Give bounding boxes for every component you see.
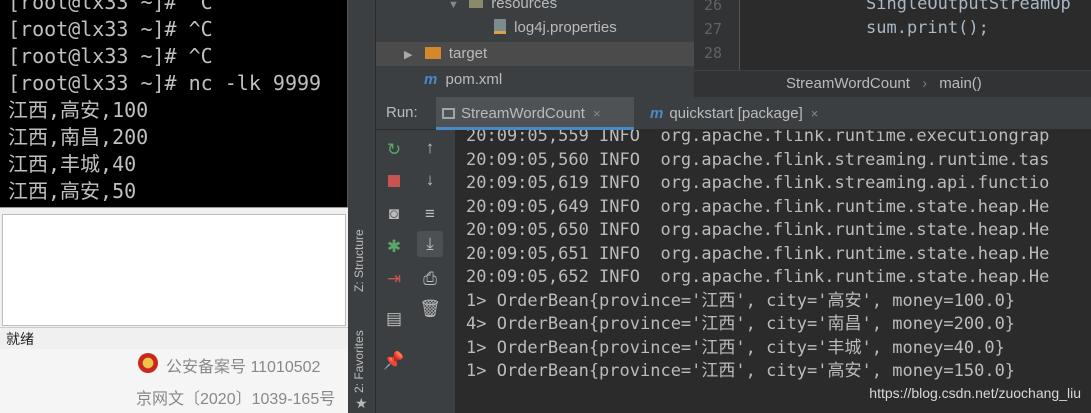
camera-icon[interactable]: ◙: [381, 201, 407, 227]
layout-icon[interactable]: ▤: [381, 306, 407, 332]
code-line: sum.print();: [866, 18, 989, 38]
rerun-icon[interactable]: ↻: [381, 137, 407, 163]
police-badge-icon: [138, 353, 158, 373]
tree-item-label: pom.xml: [445, 71, 503, 88]
console-line: 20:09:05,649 INFO org.apache.flink.runti…: [466, 196, 1050, 217]
console-line: 1> OrderBean{province='江西', city='高安', m…: [466, 361, 1016, 381]
command-input-pane: [0, 207, 348, 327]
code-editor[interactable]: 26 27 28 SingleOutputStreamOp sum.print(…: [694, 0, 1091, 97]
console-line: 20:09:05,651 INFO org.apache.flink.runti…: [466, 243, 1050, 264]
terminal-line: 江西,丰城,40: [8, 152, 137, 176]
structure-tool-tab[interactable]: Z: Structure: [352, 229, 366, 292]
tree-item-label: target: [448, 45, 488, 62]
left-tool-strip: Z: Structure 2: Favorites ★: [348, 0, 376, 413]
watermark: https://blog.csdn.net/zuochang_liu: [869, 385, 1081, 401]
favorites-tool-tab[interactable]: 2: Favorites: [352, 330, 366, 393]
console-line: 20:09:05,619 INFO org.apache.flink.strea…: [466, 173, 1050, 193]
project-tree: ▼ resources log4j.properties ▶ target m …: [376, 0, 719, 97]
close-icon[interactable]: ×: [811, 106, 819, 121]
stop-icon[interactable]: [381, 168, 407, 194]
wenwei-license-link[interactable]: 京网文〔2020〕1039-165号: [136, 385, 335, 409]
maven-icon: m: [424, 71, 438, 88]
terminal-line: [root@lx33 ~]# ^C: [8, 17, 213, 41]
editor-gutter: 26 27 28: [694, 0, 740, 70]
console-line: 4> OrderBean{province='江西', city='南昌', m…: [466, 314, 1016, 334]
console-line: 20:09:05,559 INFO org.apache.flink.runti…: [466, 130, 1050, 146]
tree-item-resources[interactable]: ▼ resources: [448, 0, 557, 16]
folder-icon: [469, 0, 484, 8]
tab-streamwordcount[interactable]: StreamWordCount ×: [436, 97, 634, 130]
tree-item-target[interactable]: ▶ target: [376, 42, 694, 66]
console-icon: [442, 108, 455, 119]
line-number: 27: [704, 20, 723, 38]
terminal-line: 江西,高安,50: [8, 179, 137, 203]
breadcrumb-class[interactable]: StreamWordCount: [786, 75, 910, 92]
status-text: 就绪: [6, 331, 34, 347]
breadcrumb-separator: ›: [922, 75, 928, 92]
tree-item-label: log4j.properties: [514, 19, 617, 36]
up-arrow-icon[interactable]: ↑: [417, 135, 443, 161]
run-tab-bar: Run: StreamWordCount × m quickstart [packa…: [376, 97, 1091, 130]
command-input[interactable]: [2, 214, 346, 326]
pin-icon[interactable]: 📌: [381, 348, 407, 374]
console-line: 1> OrderBean{province='江西', city='高安', m…: [466, 290, 1016, 311]
tree-item-log4j-properties[interactable]: log4j.properties: [494, 16, 617, 40]
maven-icon: m: [650, 105, 664, 122]
terminal-line: 江西,南昌,200: [8, 125, 149, 149]
console-output[interactable]: 20:09:05,559 INFO org.apache.flink.runti…: [456, 130, 1091, 413]
down-arrow-icon[interactable]: ↓: [417, 167, 443, 193]
print-icon[interactable]: ⎙: [417, 266, 443, 292]
status-bar: 就绪: [0, 327, 348, 349]
run-toolbar: ↻ ↑ ↓ ◙ ≡ ✱ ⤓ ⇥ ⎙ ▤ 🗑 📌: [376, 130, 456, 413]
chevron-down-icon: ▼: [448, 0, 459, 11]
terminal-output[interactable]: [root@lx33 ~]# ^C [root@lx33 ~]# ^C [roo…: [0, 0, 348, 207]
web-footer: 公安备案号 11010502 京网文〔2020〕1039-165号: [0, 349, 348, 413]
console-line: 20:09:05,560 INFO org.apache.flink.strea…: [466, 149, 1050, 170]
ide-window: Z: Structure 2: Favorites ★ ▼ resources …: [348, 0, 1091, 413]
folder-icon: [424, 47, 441, 59]
breadcrumb-method[interactable]: main(): [939, 75, 982, 92]
close-icon[interactable]: ×: [593, 106, 601, 121]
tree-item-pom-xml[interactable]: m pom.xml: [424, 68, 502, 92]
properties-file-icon: [494, 19, 506, 34]
exit-icon[interactable]: ⇥: [381, 266, 407, 292]
scroll-to-end-icon[interactable]: ⤓: [417, 231, 443, 257]
terminal-line: [root@lx33 ~]# ^C: [8, 44, 213, 68]
soft-wrap-icon[interactable]: ≡: [417, 201, 443, 227]
code-line: SingleOutputStreamOp: [866, 0, 1071, 14]
terminal-line: [root@lx33 ~]# ^C: [8, 0, 213, 14]
line-number: 26: [704, 0, 723, 14]
editor-breadcrumb: StreamWordCount › main(): [694, 70, 1091, 97]
line-number: 28: [704, 44, 723, 62]
console-line: 20:09:05,652 INFO org.apache.flink.runti…: [466, 267, 1050, 287]
run-label: Run:: [386, 104, 418, 121]
console-line: 20:09:05,650 INFO org.apache.flink.runti…: [466, 220, 1050, 240]
tab-quickstart-package[interactable]: m quickstart [package] ×: [644, 97, 854, 130]
terminal-line: [root@lx33 ~]# nc -lk 9999: [8, 71, 322, 95]
tab-label: StreamWordCount: [461, 105, 585, 122]
debug-icon[interactable]: ✱: [381, 234, 407, 260]
terminal-line: 江西,高安,100: [8, 98, 149, 122]
tab-label: quickstart [package]: [669, 105, 803, 122]
tree-item-label: resources: [491, 0, 558, 12]
beian-link[interactable]: 公安备案号 11010502: [166, 353, 320, 377]
trash-icon[interactable]: 🗑: [417, 296, 443, 322]
console-line: 1> OrderBean{province='江西', city='丰城', m…: [466, 337, 1005, 358]
chevron-right-icon: ▶: [404, 49, 413, 61]
star-icon: ★: [355, 395, 368, 411]
